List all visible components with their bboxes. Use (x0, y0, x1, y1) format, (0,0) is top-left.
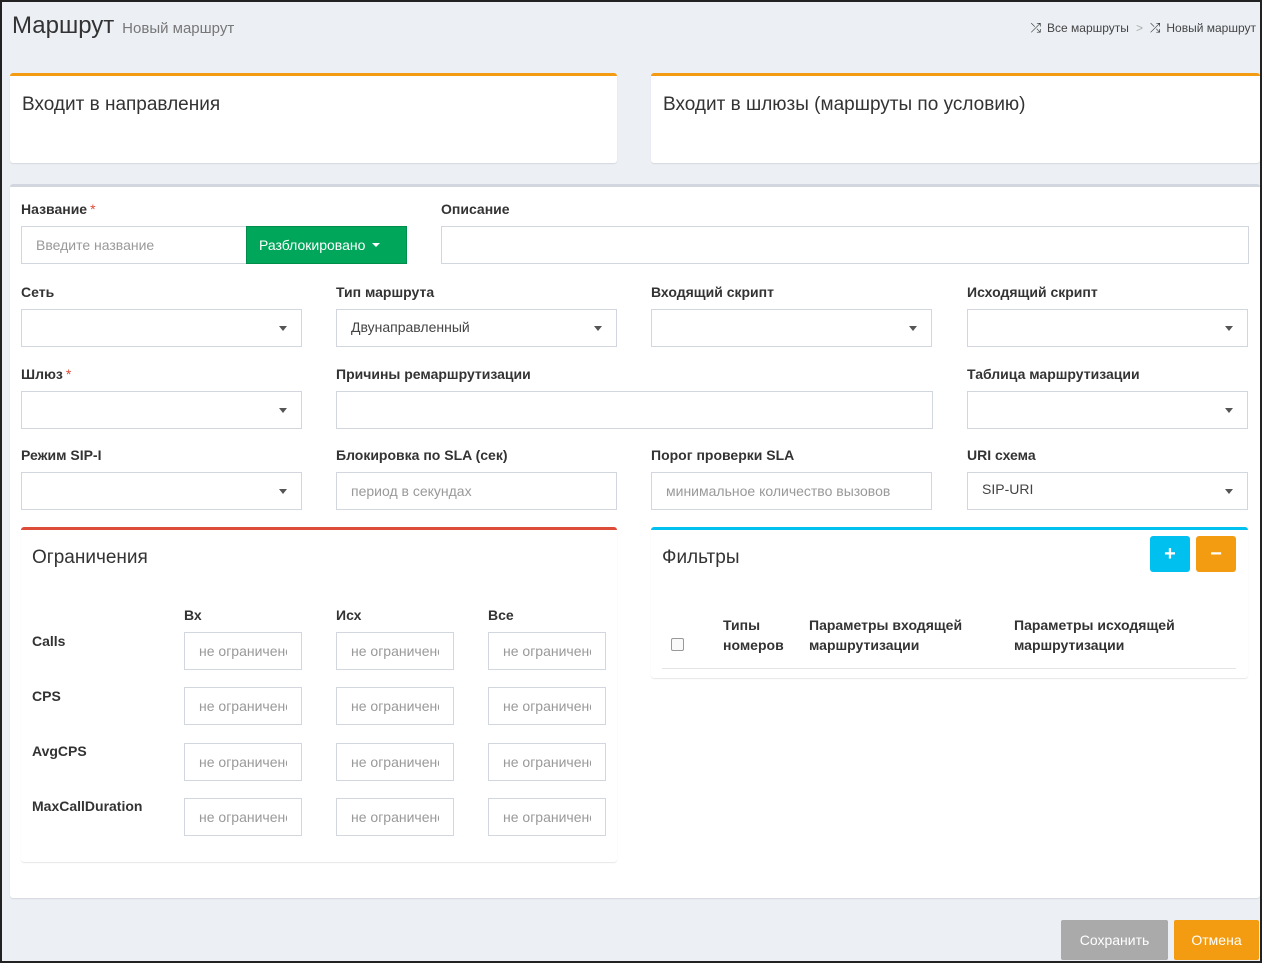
limits-row-cps: CPS (32, 688, 61, 704)
breadcrumb: ⤮ Все маршруты > ⤮ Новый маршрут (1031, 20, 1256, 36)
limit-cps-in[interactable] (184, 687, 302, 725)
sipi-mode-select[interactable] (21, 472, 302, 510)
description-label: Описание (441, 201, 510, 217)
limits-row-avgcps: AvgCPS (32, 743, 87, 759)
route-type-select[interactable]: Двунаправленный (336, 309, 617, 347)
limits-row-maxcallduration: MaxCallDuration (32, 798, 143, 814)
name-input[interactable] (21, 226, 247, 264)
chevron-down-icon (909, 326, 917, 331)
sipi-mode-label: Режим SIP-I (21, 447, 102, 463)
page-title: Маршрут (12, 12, 115, 39)
sla-threshold-label: Порог проверки SLA (651, 447, 795, 463)
limit-calls-in[interactable] (184, 632, 302, 670)
limit-maxcallduration-out[interactable] (336, 798, 454, 836)
filters-table-divider (662, 668, 1236, 669)
sla-block-label: Блокировка по SLA (сек) (336, 447, 508, 463)
chevron-down-icon (1225, 489, 1233, 494)
shuffle-icon: ⤮ (1030, 20, 1042, 35)
network-select[interactable] (21, 309, 302, 347)
sla-threshold-input[interactable] (651, 472, 932, 510)
reroute-reasons-label: Причины ремаршрутизации (336, 366, 531, 382)
limit-maxcallduration-in[interactable] (184, 798, 302, 836)
description-input[interactable] (441, 226, 1249, 264)
routing-table-select[interactable] (967, 391, 1248, 429)
limits-row-calls: Calls (32, 633, 66, 649)
chevron-down-icon (279, 408, 287, 413)
chevron-down-icon (1225, 326, 1233, 331)
chevron-down-icon (279, 489, 287, 494)
network-label: Сеть (21, 284, 55, 300)
sla-block-input[interactable] (336, 472, 617, 510)
page-subtitle: Новый маршрут (122, 20, 235, 37)
limit-maxcallduration-all[interactable] (488, 798, 606, 836)
incoming-script-label: Входящий скрипт (651, 284, 774, 300)
limit-avgcps-out[interactable] (336, 743, 454, 781)
cancel-button[interactable]: Отмена (1174, 920, 1259, 960)
gateways-panel-title: Входит в шлюзы (маршруты по условию) (663, 94, 1026, 115)
save-button[interactable]: Сохранить (1061, 920, 1168, 960)
outgoing-script-select[interactable] (967, 309, 1248, 347)
filters-col-number-types: Типы номеров (723, 617, 784, 653)
breadcrumb-all-routes[interactable]: Все маршруты (1047, 21, 1129, 35)
outgoing-script-label: Исходящий скрипт (967, 284, 1098, 300)
reroute-reasons-input[interactable] (336, 391, 933, 429)
limit-cps-out[interactable] (336, 687, 454, 725)
limit-calls-all[interactable] (488, 632, 606, 670)
chevron-down-icon (594, 326, 602, 331)
limits-col-all: Все (488, 607, 514, 623)
route-type-value: Двунаправленный (351, 319, 470, 335)
directions-panel-title: Входит в направления (22, 94, 221, 115)
uri-scheme-label: URI схема (967, 447, 1036, 463)
filters-title: Фильтры (662, 547, 740, 568)
shuffle-icon: ⤮ (1149, 20, 1161, 35)
filters-col-incoming-params: Параметры входящей маршрутизации (809, 617, 963, 653)
add-filter-button[interactable]: + (1150, 536, 1190, 572)
filters-col-outgoing-params: Параметры исходящей маршрутизации (1014, 617, 1175, 653)
breadcrumb-separator: > (1135, 21, 1143, 35)
limit-cps-all[interactable] (488, 687, 606, 725)
select-all-filters-checkbox[interactable] (671, 638, 684, 651)
gateways-panel: Входит в шлюзы (маршруты по условию) (651, 73, 1260, 163)
lock-status-label: Разблокировано (259, 237, 366, 253)
directions-panel: Входит в направления (10, 73, 617, 163)
uri-scheme-value: SIP-URI (982, 481, 1034, 497)
chevron-down-icon (372, 243, 381, 247)
gateway-select[interactable] (21, 391, 302, 429)
gateway-label: Шлюз * (21, 366, 72, 382)
breadcrumb-new-route: Новый маршрут (1166, 21, 1256, 35)
name-label: Название * (21, 201, 96, 217)
limits-col-out: Исх (336, 607, 362, 623)
uri-scheme-select[interactable]: SIP-URI (967, 472, 1248, 510)
chevron-down-icon (279, 326, 287, 331)
chevron-down-icon (1225, 408, 1233, 413)
limit-avgcps-in[interactable] (184, 743, 302, 781)
limit-calls-out[interactable] (336, 632, 454, 670)
route-type-label: Тип маршрута (336, 284, 435, 300)
limits-title: Ограничения (32, 547, 148, 568)
incoming-script-select[interactable] (651, 309, 932, 347)
routing-table-label: Таблица маршрутизации (967, 366, 1140, 382)
remove-filter-button[interactable]: − (1196, 536, 1236, 572)
limit-avgcps-all[interactable] (488, 743, 606, 781)
lock-status-dropdown-button[interactable]: Разблокировано (246, 226, 407, 264)
limits-col-in: Вх (184, 607, 202, 623)
